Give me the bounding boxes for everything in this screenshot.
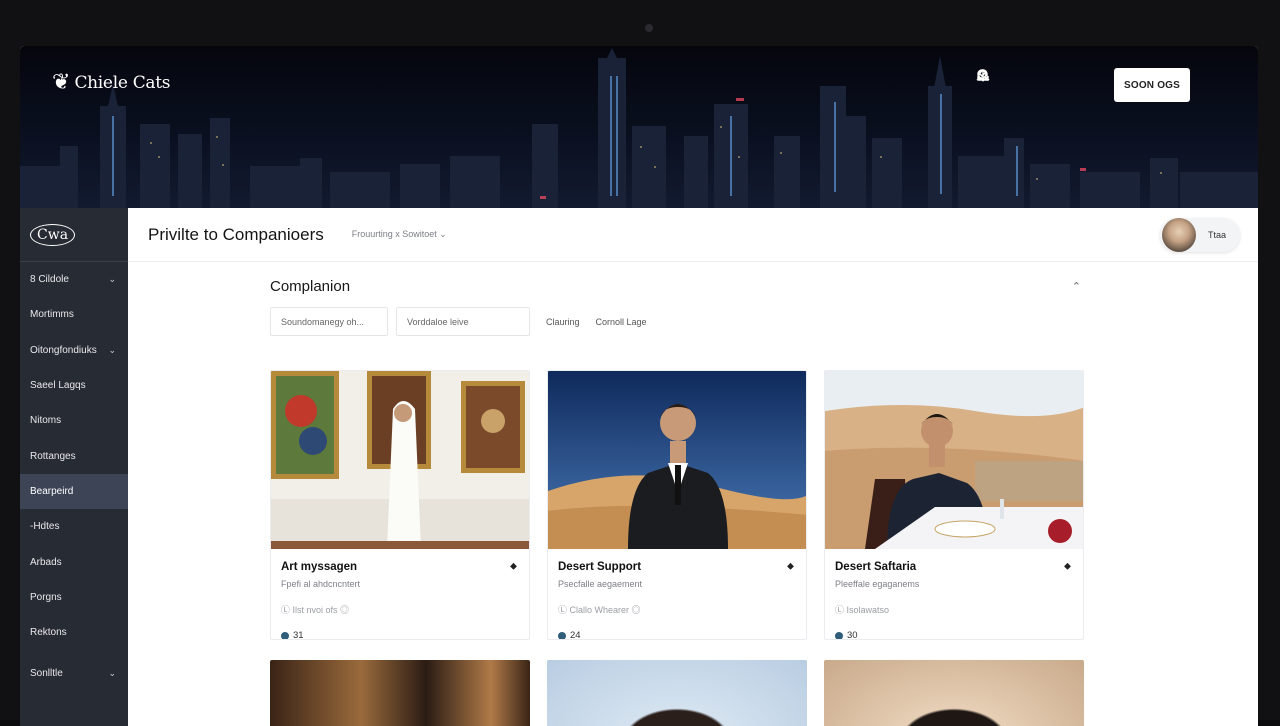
sidebar-item[interactable]: Bearpeird [20, 473, 128, 510]
card-image-portrait-2[interactable] [824, 660, 1084, 726]
sidebar-item[interactable]: -Hdtes [20, 509, 128, 544]
palm-logo-icon: ❦ [52, 70, 71, 95]
avatar [1162, 218, 1196, 252]
sidebar-item-label: 8 Cildole [30, 274, 69, 286]
pin-icon[interactable]: ⬥ [1064, 561, 1071, 572]
count-icon [281, 631, 289, 639]
card-count: 30 [835, 630, 1073, 640]
sidebar-item[interactable]: Rektons [20, 615, 128, 650]
sidebar-item-label: Arbads [30, 556, 62, 568]
card-image-crowd[interactable] [270, 660, 530, 726]
chevron-down-icon[interactable]: ⌄ [108, 668, 116, 679]
card-image-desert [548, 371, 806, 549]
collapse-icon[interactable]: ⌃ [1072, 280, 1085, 293]
card-count-value: 30 [847, 630, 858, 640]
sidebar-item-label: Rektons [30, 627, 67, 639]
header-actions: SOON OGS [976, 68, 1236, 102]
sidebar-item[interactable]: Arbads [20, 544, 128, 579]
hero-header: ❦ Chiele Cats SOON OGS [20, 46, 1258, 208]
sidebar-item[interactable]: Nitoms [20, 403, 128, 438]
card-image-gallery [271, 371, 529, 549]
filter-dropdown[interactable]: Frouurting x Sowitoet ⌄ [352, 229, 447, 240]
sidebar-item-label: Oitongfondiuks [30, 344, 97, 356]
sidebar-item-label: Rottanges [30, 450, 76, 462]
card-subtitle: Fpefi al ahdcncntert [281, 579, 361, 589]
sidebar-item-label: Saeel Lagqs [30, 380, 86, 392]
search-icon[interactable] [977, 69, 1092, 97]
search-input[interactable]: Soundomanegy oh... [270, 307, 388, 336]
sidebar-item-label: Porgns [30, 591, 62, 603]
sidebar-logo[interactable]: Cwa [20, 208, 128, 262]
sidebar-item-label: Mortimms [30, 309, 74, 321]
chevron-down-icon[interactable]: ⌄ [108, 345, 116, 356]
card-subtitle: Psecfalle aegaement [558, 579, 643, 589]
brand-logo[interactable]: ❦ Chiele Cats [52, 70, 171, 95]
count-icon [835, 631, 843, 639]
card-title: Desert Saftaria [835, 561, 917, 573]
sidebar-item-label: Bearpeird [30, 485, 74, 497]
sidebar-item[interactable]: Rottanges [20, 438, 128, 473]
profile-label: Ttaa [1208, 230, 1227, 240]
top-bar: Privilte to Companioers Frouurting x Sow… [128, 208, 1258, 262]
bell-icon[interactable] [976, 69, 1046, 97]
sidebar-logo-text: Cwa [30, 223, 76, 246]
companion-card[interactable]: Desert Saftaria ⬥ Pleeffale egaganems Ⓛ … [824, 370, 1084, 640]
sidebar-item[interactable]: Mortimms [20, 297, 128, 332]
card-count-value: 24 [570, 630, 581, 640]
chevron-down-icon[interactable] [977, 71, 1236, 97]
sidebar-item[interactable]: Sonlltle ⌄ [20, 656, 128, 691]
main-content: Privilte to Companioers Frouurting x Sow… [128, 208, 1258, 726]
card-count: 24 [558, 630, 796, 640]
page-title: Privilte to Companioers [148, 224, 324, 244]
card-subtitle: Pleeffale egaganems [835, 579, 920, 589]
card-location: Ⓛ Clallo Whearer ◎ [558, 605, 641, 615]
card-count: 31 [281, 630, 519, 640]
card-title: Art myssagen [281, 561, 358, 573]
sidebar-item[interactable]: 8 Cildole ⌄ [20, 262, 128, 297]
card-title: Desert Support [558, 561, 642, 573]
brand-name: Chiele Cats [74, 72, 171, 93]
sidebar-item[interactable]: Oitongfondiuks ⌄ [20, 333, 128, 368]
companion-section: Complanion ⌃ Soundomanegy oh... Vorddalo… [270, 278, 1085, 726]
card-count-value: 31 [293, 630, 304, 640]
sidebar-item-label: -Hdtes [30, 521, 60, 533]
profile-chip[interactable]: Ttaa [1160, 218, 1240, 252]
sidebar-item[interactable]: Saeel Lagqs [20, 368, 128, 403]
companion-card[interactable]: Art myssagen ⬥ Fpefi al ahdcncntert Ⓛ Il… [270, 370, 530, 640]
header-primary-button[interactable]: SOON OGS [1114, 68, 1190, 102]
count-icon [558, 631, 566, 639]
card-location: Ⓛ Ilst nvoi ofs ◎ [281, 605, 350, 615]
filter-tag-1[interactable]: Clauring [546, 317, 580, 327]
camera-icon [645, 24, 653, 32]
sidebar-item-label: Nitoms [30, 415, 62, 427]
chevron-down-icon[interactable]: ⌄ [108, 274, 116, 285]
sidebar-nav: 8 Cildole ⌄ Mortimms Oitongfondiuks ⌄ Saeel L… [20, 262, 128, 692]
section-title: Complanion [270, 278, 351, 295]
sidebar-item-label: Sonlltle [30, 668, 63, 680]
card-grid-row-2 [270, 660, 1085, 726]
sidebar: Cwa 8 Cildole ⌄ Mortimms Oitongfondiuks ⌄ Sae… [20, 208, 128, 726]
sidebar-item[interactable]: Porgns [20, 580, 128, 615]
card-image-portrait[interactable] [547, 660, 807, 726]
filter-bar: Soundomanegy oh... Vorddaloe leive Claur… [270, 307, 1085, 336]
card-image-dinner [825, 371, 1083, 549]
card-location: Ⓛ Isolawatso [835, 605, 890, 615]
pin-icon[interactable]: ⬥ [787, 561, 794, 572]
card-grid: Art myssagen ⬥ Fpefi al ahdcncntert Ⓛ Il… [270, 370, 1085, 640]
companion-card[interactable]: Desert Support ⬥ Psecfalle aegaement Ⓛ C… [547, 370, 807, 640]
filter-tag-2[interactable]: Cornoll Lage [596, 317, 647, 327]
screen: ❦ Chiele Cats SOON OGS Cwa 8 Cildole ⌄ Mor… [20, 46, 1258, 726]
secondary-input[interactable]: Vorddaloe leive [396, 307, 530, 336]
pin-icon[interactable]: ⬥ [510, 561, 517, 572]
